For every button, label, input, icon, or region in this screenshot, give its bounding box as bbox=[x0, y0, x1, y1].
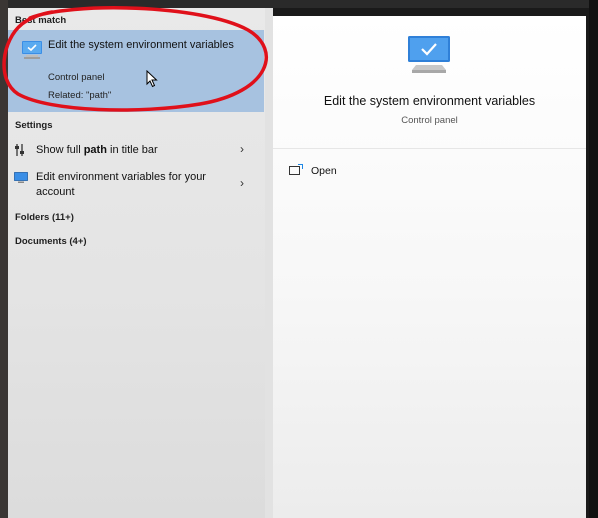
mouse-cursor-icon bbox=[146, 70, 158, 88]
preview-divider bbox=[273, 148, 586, 149]
setting-label: Show full path in title bar bbox=[36, 143, 226, 158]
preview-title: Edit the system environment variables bbox=[323, 94, 536, 108]
chevron-right-icon: › bbox=[240, 176, 244, 190]
pane-divider bbox=[265, 8, 273, 518]
setting-label-post: in title bar bbox=[106, 144, 158, 156]
open-window-icon bbox=[289, 164, 303, 175]
setting-label: Edit environment variables for your acco… bbox=[36, 171, 206, 198]
window-top-edge bbox=[0, 0, 598, 8]
setting-label-pre: Show full bbox=[36, 144, 84, 156]
best-match-subtitle: Control panel bbox=[48, 72, 105, 83]
sliders-icon bbox=[15, 144, 24, 156]
best-match-heading: Best match bbox=[15, 15, 67, 26]
setting-label-bold: path bbox=[83, 144, 107, 156]
chevron-right-icon: › bbox=[240, 142, 244, 156]
monitor-icon bbox=[14, 172, 28, 183]
folders-heading[interactable]: Folders (11+) bbox=[15, 212, 74, 223]
window-left-edge bbox=[0, 0, 8, 518]
preview-subtitle: Control panel bbox=[401, 115, 458, 126]
best-match-related: Related: "path" bbox=[48, 90, 112, 101]
documents-heading[interactable]: Documents (4+) bbox=[15, 236, 87, 247]
monitor-check-icon bbox=[408, 36, 450, 73]
open-action[interactable]: Open bbox=[311, 165, 337, 177]
setting-edit-env-vars[interactable]: Edit environment variables for your acco… bbox=[8, 168, 265, 202]
setting-show-full-path[interactable]: Show full path in title bar › bbox=[8, 140, 265, 160]
preview-pane: Edit the system environment variables Co… bbox=[273, 16, 586, 518]
monitor-check-icon bbox=[22, 41, 42, 59]
window-right-edge bbox=[589, 0, 598, 518]
settings-heading: Settings bbox=[15, 120, 53, 131]
best-match-result[interactable]: Edit the system environment variables Co… bbox=[8, 30, 264, 112]
best-match-title: Edit the system environment variables bbox=[48, 39, 234, 51]
